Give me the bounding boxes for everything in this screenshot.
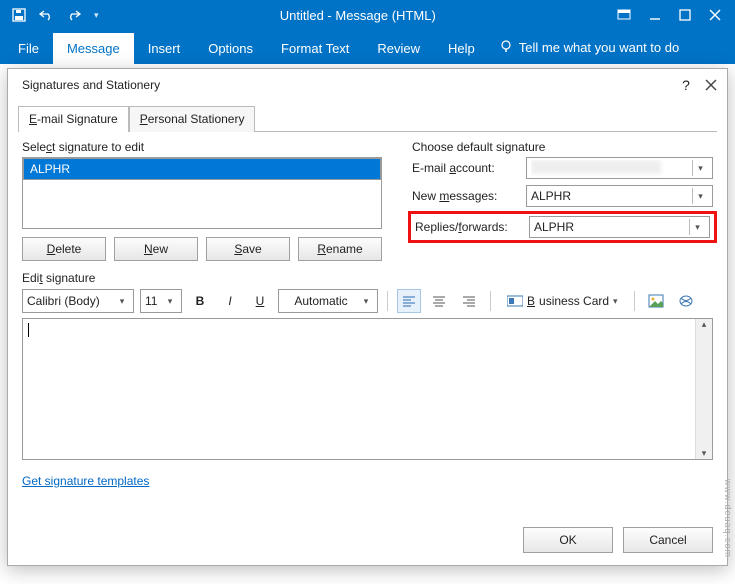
tab-insert[interactable]: Insert — [134, 33, 195, 64]
chevron-down-icon: ▾ — [115, 296, 129, 307]
insert-picture-button[interactable] — [644, 289, 668, 313]
maximize-icon[interactable] — [679, 9, 691, 21]
tell-me-label: Tell me what you want to do — [519, 40, 679, 55]
save-button[interactable]: Save — [206, 237, 290, 261]
bold-button[interactable]: B — [188, 289, 212, 313]
choose-default-label: Choose default signature — [412, 140, 713, 154]
delete-button[interactable]: Delete — [22, 237, 106, 261]
italic-button[interactable]: I — [218, 289, 242, 313]
signature-list[interactable]: ALPHR — [22, 157, 382, 229]
chevron-down-icon: ▾ — [359, 296, 373, 307]
new-messages-dropdown[interactable]: ALPHR ▾ — [526, 185, 713, 207]
chevron-down-icon: ▾ — [613, 296, 618, 307]
rename-button[interactable]: Rename — [298, 237, 382, 261]
signatures-dialog: Signatures and Stationery ? E-mail Signa… — [7, 68, 728, 566]
font-family-dropdown[interactable]: Calibri (Body)▾ — [22, 289, 134, 313]
email-account-dropdown[interactable]: ▾ — [526, 157, 713, 179]
dialog-title: Signatures and Stationery — [22, 78, 677, 92]
edit-signature-label: Edit signature — [22, 271, 713, 285]
chevron-down-icon: ▾ — [692, 160, 708, 176]
align-left-button[interactable] — [397, 289, 421, 313]
tab-review[interactable]: Review — [363, 33, 434, 64]
get-templates-link[interactable]: Get signature templates — [22, 474, 149, 488]
ok-button[interactable]: OK — [523, 527, 613, 553]
email-account-label: E-mail account: — [412, 161, 520, 175]
cancel-button[interactable]: Cancel — [623, 527, 713, 553]
redo-icon[interactable] — [66, 8, 82, 22]
signature-editor[interactable]: ▴ ▾ — [22, 318, 713, 460]
signature-toolbar: Calibri (Body)▾ 11▾ B I U Automatic▾ Bus… — [22, 289, 713, 313]
replies-forwards-value: ALPHR — [534, 220, 689, 234]
dialog-close-icon[interactable] — [705, 79, 717, 91]
tab-options[interactable]: Options — [194, 33, 267, 64]
chevron-down-icon: ▾ — [689, 219, 705, 235]
tab-format-text[interactable]: Format Text — [267, 33, 363, 64]
underline-button[interactable]: U — [248, 289, 272, 313]
font-size-dropdown[interactable]: 11▾ — [140, 289, 182, 313]
tab-help[interactable]: Help — [434, 33, 489, 64]
email-account-value — [531, 160, 661, 174]
lightbulb-icon — [499, 39, 513, 56]
close-icon[interactable] — [709, 9, 721, 21]
chevron-down-icon: ▾ — [163, 296, 177, 307]
scrollbar[interactable]: ▴ ▾ — [695, 319, 712, 459]
minimize-icon[interactable] — [649, 9, 661, 21]
business-card-button[interactable]: Business Card ▾ — [500, 289, 625, 313]
ribbon-display-icon[interactable] — [617, 9, 631, 21]
replies-forwards-dropdown[interactable]: ALPHR ▾ — [529, 216, 710, 238]
text-cursor — [28, 323, 29, 337]
tab-email-signature[interactable]: E-mail Signature — [18, 106, 129, 132]
tell-me[interactable]: Tell me what you want to do — [489, 31, 689, 64]
tab-personal-stationery[interactable]: Personal Stationery — [129, 106, 256, 132]
new-messages-label: New messages: — [412, 189, 520, 203]
watermark: www.deuaq.com — [723, 479, 733, 558]
quick-access-toolbar: ▾ — [0, 8, 99, 22]
insert-hyperlink-button[interactable] — [674, 289, 698, 313]
undo-icon[interactable] — [38, 8, 54, 22]
business-card-icon — [507, 295, 523, 307]
font-color-dropdown[interactable]: Automatic▾ — [278, 289, 378, 313]
align-right-button[interactable] — [457, 289, 481, 313]
chevron-down-icon: ▾ — [692, 188, 708, 204]
signature-item-selected[interactable]: ALPHR — [23, 158, 381, 180]
select-signature-label: Select signature to edit — [22, 140, 382, 154]
scroll-up-icon[interactable]: ▴ — [702, 319, 707, 330]
align-center-button[interactable] — [427, 289, 451, 313]
highlight-box: Replies/forwards: ALPHR ▾ — [408, 211, 717, 243]
tab-message[interactable]: Message — [53, 33, 134, 64]
help-icon[interactable]: ? — [677, 77, 695, 93]
replies-forwards-label: Replies/forwards: — [415, 220, 523, 234]
save-icon[interactable] — [12, 8, 26, 22]
window-titlebar: ▾ Untitled - Message (HTML) — [0, 0, 735, 30]
tab-file[interactable]: File — [4, 33, 53, 64]
window-title: Untitled - Message (HTML) — [99, 8, 617, 23]
scroll-down-icon[interactable]: ▾ — [702, 448, 707, 459]
ribbon: File Message Insert Options Format Text … — [0, 30, 735, 64]
new-messages-value: ALPHR — [531, 189, 692, 203]
new-button[interactable]: New — [114, 237, 198, 261]
